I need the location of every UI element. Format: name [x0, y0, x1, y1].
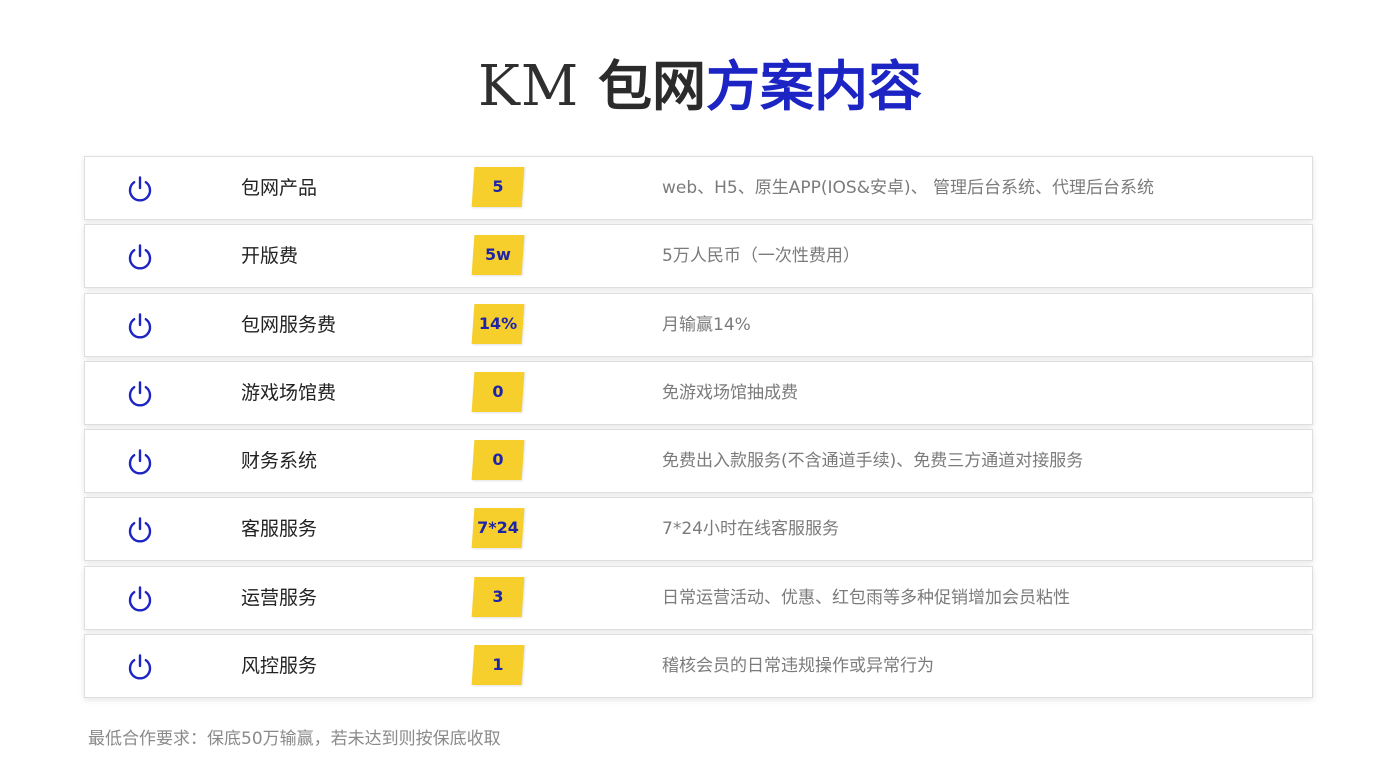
badge-value: 0	[492, 381, 504, 401]
plan-row: 包网服务费 14% 月输赢14%	[84, 292, 1313, 357]
row-description: 7*24小时在线客服服务	[662, 519, 839, 540]
footnote: 最低合作要求：保底50万输赢，若未达到则按保底收取	[88, 729, 501, 749]
title-part-blue: 方案内容	[706, 55, 922, 118]
plan-row: 游戏场馆费 0 免游戏场馆抽成费	[84, 360, 1313, 425]
row-description: 稽核会员的日常违规操作或异常行为	[662, 656, 934, 677]
plan-row: 客服服务 7*24 7*24小时在线客服服务	[84, 497, 1313, 562]
row-label: 运营服务	[241, 586, 318, 609]
plan-row: 开版费 5w 5万人民币（一次性费用）	[84, 224, 1313, 289]
power-icon	[128, 381, 152, 407]
row-label: 财务系统	[241, 450, 318, 473]
page-title: KM 包网方案内容	[0, 52, 1400, 122]
row-description: 免费出入款服务(不含通道手续)、免费三方通道对接服务	[662, 451, 1084, 472]
title-brand: KM	[478, 54, 580, 119]
badge-value: 5	[492, 177, 504, 196]
power-icon	[128, 312, 152, 339]
row-label: 开版费	[241, 245, 299, 268]
title-part-dark: 包网	[598, 55, 706, 118]
plan-table: 包网产品 5 web、H5、原生APP(IOS&安卓)、 管理后台系统、代理后台…	[84, 156, 1313, 702]
badge-value: 0	[492, 450, 504, 470]
power-icon	[128, 586, 152, 612]
plan-row: 财务系统 0 免费出入款服务(不含通道手续)、免费三方通道对接服务	[84, 429, 1313, 494]
row-label: 游戏场馆费	[241, 381, 337, 404]
badge-value: 7*24	[477, 518, 519, 538]
row-description: 5万人民币（一次性费用）	[662, 246, 860, 267]
row-description: 月输赢14%	[662, 314, 751, 335]
badge-value: 5w	[485, 245, 511, 265]
badge-value: 1	[492, 655, 504, 675]
power-icon	[128, 654, 152, 680]
row-label: 包网服务费	[241, 313, 337, 336]
row-label: 客服服务	[241, 518, 318, 541]
plan-row: 包网产品 5 web、H5、原生APP(IOS&安卓)、 管理后台系统、代理后台…	[84, 156, 1313, 220]
row-description: web、H5、原生APP(IOS&安卓)、 管理后台系统、代理后台系统	[662, 178, 1154, 198]
power-icon	[128, 517, 152, 544]
row-label: 风控服务	[241, 655, 318, 678]
power-icon	[128, 176, 152, 202]
badge-value: 14%	[478, 313, 518, 333]
plan-row: 运营服务 3 日常运营活动、优惠、红包雨等多种促销增加会员粘性	[84, 565, 1313, 630]
row-label: 包网产品	[241, 177, 318, 199]
power-icon	[128, 244, 152, 270]
power-icon	[128, 449, 152, 475]
row-description: 免游戏场馆抽成费	[662, 382, 798, 403]
row-description: 日常运营活动、优惠、红包雨等多种促销增加会员粘性	[662, 587, 1070, 608]
badge-value: 3	[492, 586, 504, 606]
plan-row: 风控服务 1 稽核会员的日常违规操作或异常行为	[84, 634, 1313, 699]
